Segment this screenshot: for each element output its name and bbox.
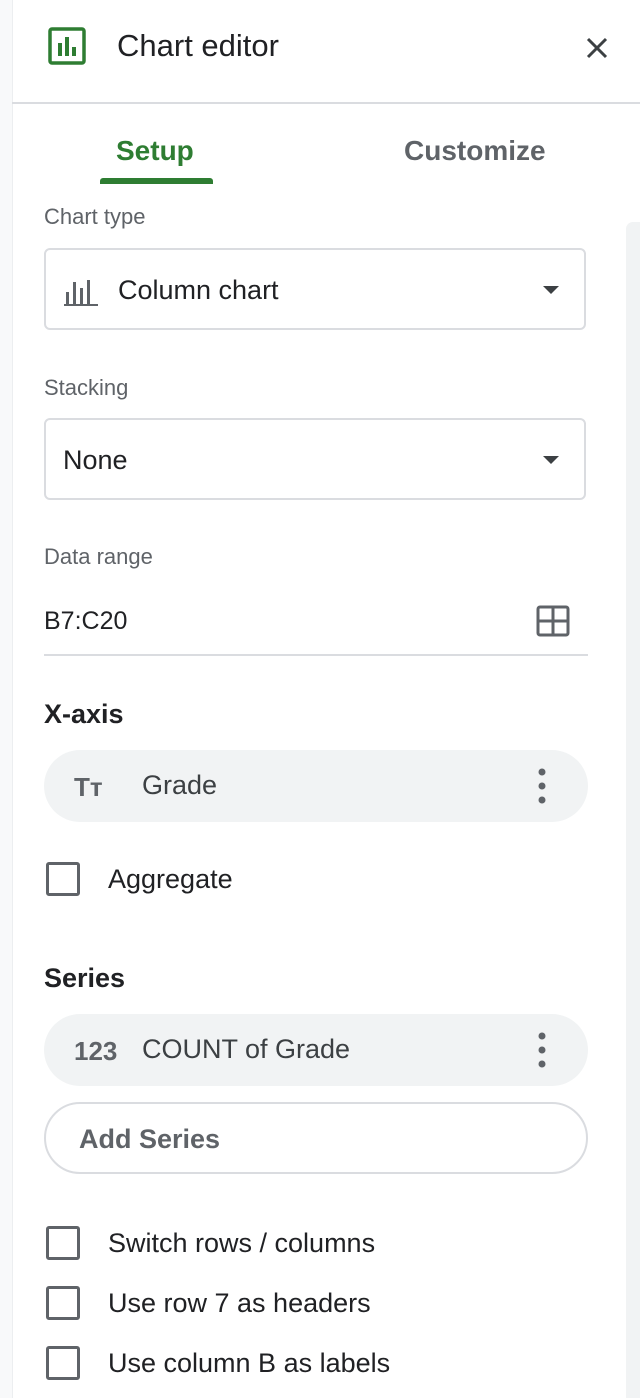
data-range-label: Data range [44,544,153,569]
x-axis-chip[interactable]: Tт Grade [44,750,588,822]
chart-type-value: Column chart [118,275,279,305]
switch-rows-columns-label: Switch rows / columns [108,1228,376,1258]
chevron-down-icon [543,456,559,464]
more-vert-icon[interactable] [530,1030,554,1070]
use-row-headers-option[interactable]: Use row 7 as headers [44,1285,564,1325]
chart-type-dropdown[interactable]: Column chart [44,248,586,330]
tab-customize[interactable]: Customize [404,132,546,170]
text-type-icon: Tт [74,772,103,802]
scrollbar[interactable] [626,222,640,1398]
tab-setup[interactable]: Setup [116,132,194,170]
stacking-dropdown[interactable]: None [44,418,586,500]
aggregate-label: Aggregate [108,864,233,894]
x-axis-chip-label: Grade [142,770,218,800]
close-icon[interactable] [576,27,618,69]
switch-rows-columns-checkbox[interactable] [46,1226,80,1260]
chart-editor-panel: Chart editor Setup Customize Chart type … [0,0,640,1398]
use-column-labels-option[interactable]: Use column B as labels [44,1345,564,1385]
aggregate-option[interactable]: Aggregate [44,861,564,901]
more-vert-icon[interactable] [530,766,554,806]
use-column-labels-checkbox[interactable] [46,1346,80,1380]
use-row-headers-label: Use row 7 as headers [108,1288,371,1318]
use-column-labels-label: Use column B as labels [108,1348,391,1378]
header-divider [12,102,640,104]
number-type-icon: 123 [74,1036,118,1066]
insert-chart-icon [48,27,86,65]
grid-select-icon[interactable] [535,604,571,638]
stacking-value: None [63,445,128,475]
use-row-headers-checkbox[interactable] [46,1286,80,1320]
chart-type-label: Chart type [44,204,146,229]
panel-title: Chart editor [117,28,279,63]
chevron-down-icon [543,286,559,294]
series-title: Series [44,963,126,993]
add-series-label: Add Series [79,1124,221,1154]
add-series-button[interactable]: Add Series [44,1102,588,1174]
active-tab-indicator [100,178,213,184]
panel-left-edge [0,0,13,1398]
stacking-label: Stacking [44,375,129,400]
column-chart-icon [64,280,98,306]
switch-rows-columns-option[interactable]: Switch rows / columns [44,1225,564,1265]
data-range-input[interactable]: B7:C20 [44,604,127,638]
data-range-underline [44,654,588,656]
aggregate-checkbox[interactable] [46,862,80,896]
series-chip-label: COUNT of Grade [142,1034,351,1064]
x-axis-title: X-axis [44,699,124,729]
series-chip[interactable]: 123 COUNT of Grade [44,1014,588,1086]
